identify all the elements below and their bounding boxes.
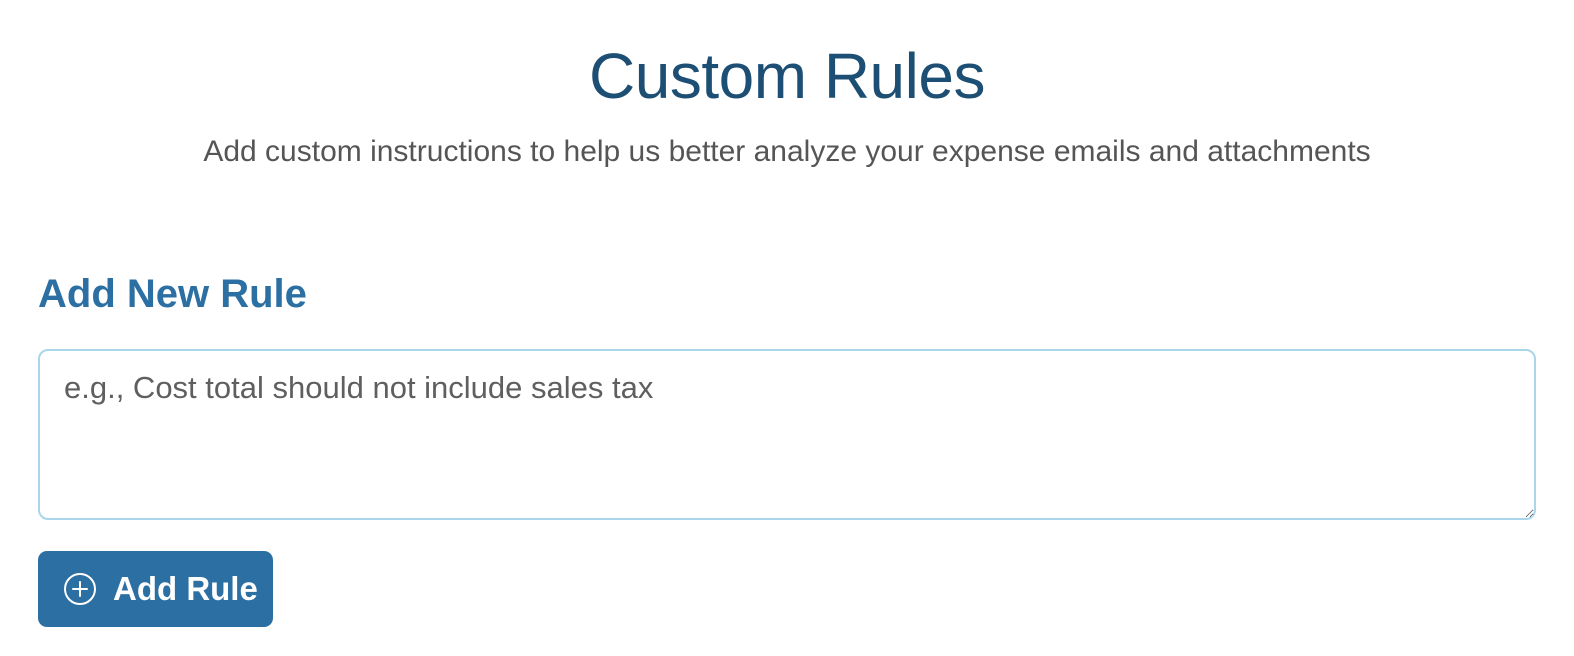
page-subtitle: Add custom instructions to help us bette… xyxy=(203,135,1371,168)
add-rule-button-label: Add Rule xyxy=(113,570,258,607)
rule-textarea[interactable] xyxy=(38,349,1536,520)
plus-circle-icon xyxy=(63,572,97,606)
add-rule-button[interactable]: Add Rule xyxy=(38,551,273,627)
add-rule-heading: Add New Rule xyxy=(38,272,307,316)
page-title: Custom Rules xyxy=(589,40,985,112)
